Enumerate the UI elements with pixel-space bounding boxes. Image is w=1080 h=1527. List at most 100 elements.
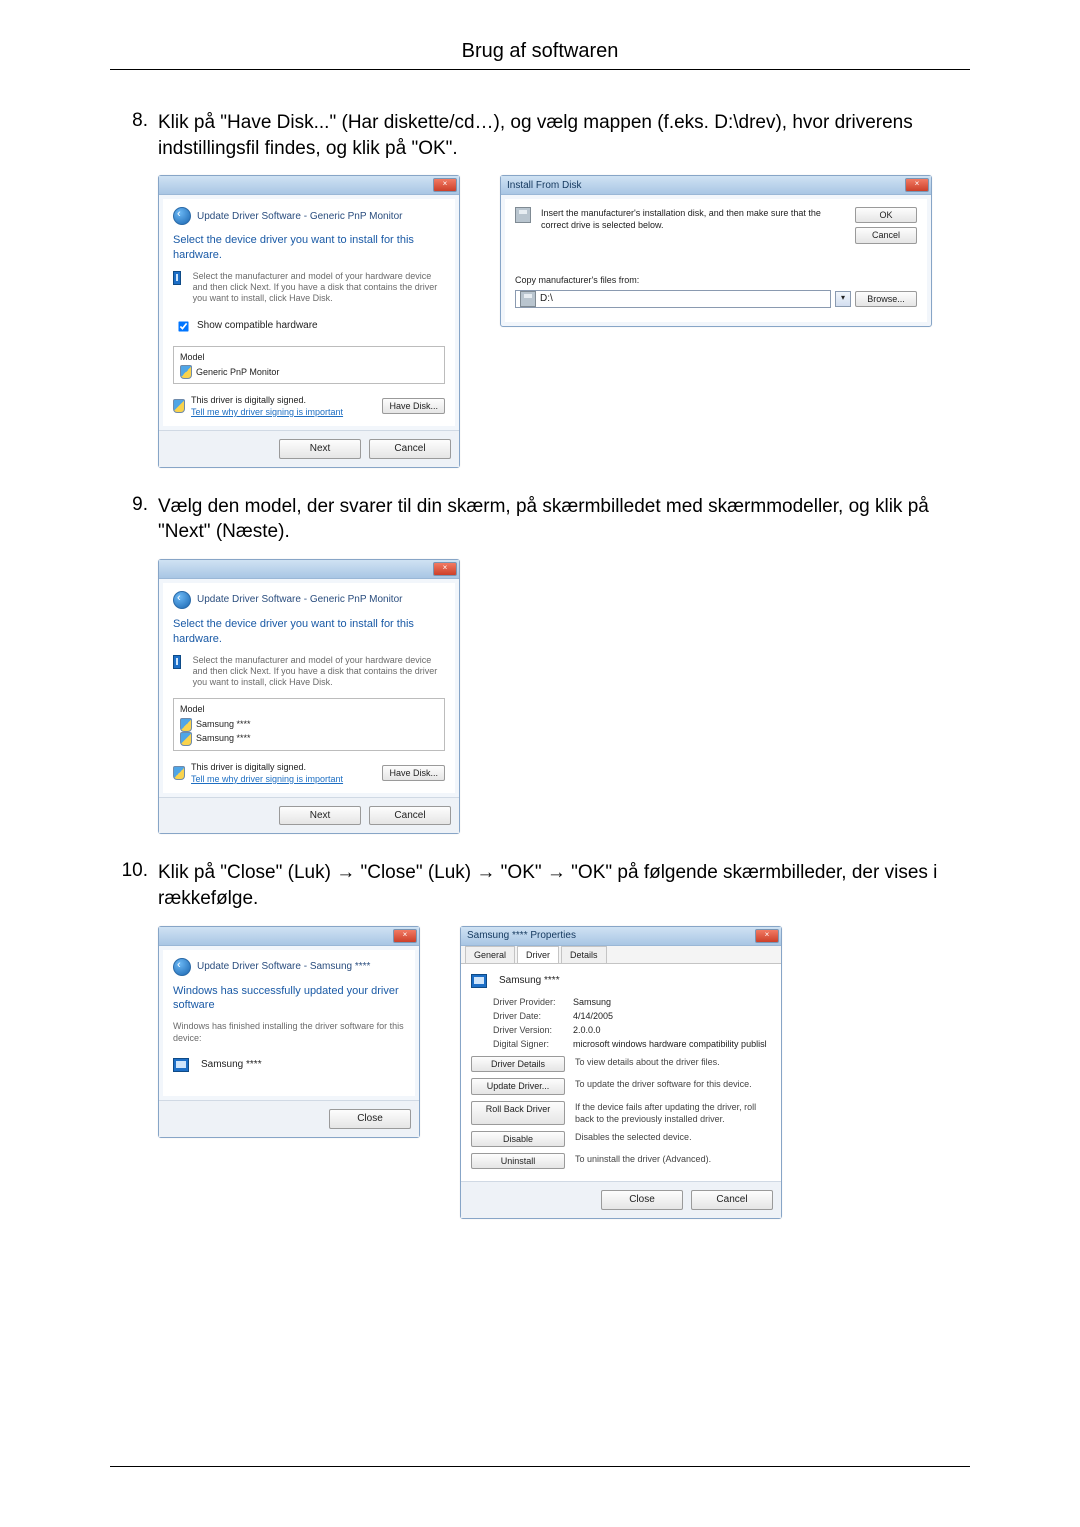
uninstall-desc: To uninstall the driver (Advanced). (575, 1153, 771, 1169)
close-icon[interactable]: × (433, 562, 457, 576)
driver-details-desc: To view details about the driver files. (575, 1056, 771, 1072)
monitor-icon (173, 1058, 189, 1072)
uninstall-button[interactable]: Uninstall (471, 1153, 565, 1169)
header-rule (110, 69, 970, 70)
signed-label: This driver is digitally signed. (191, 394, 376, 406)
signer-key: Digital Signer: (493, 1038, 573, 1050)
update1-hint: Select the manufacturer and model of you… (193, 271, 445, 305)
close-icon[interactable]: × (433, 178, 457, 192)
update2-title: Update Driver Software - Generic PnP Mon… (197, 593, 402, 607)
floppy-icon (515, 207, 531, 223)
drive-icon (520, 291, 536, 307)
disable-desc: Disables the selected device. (575, 1131, 771, 1147)
install-from-disk-dialog: Install From Disk × Insert the manufactu… (500, 175, 932, 327)
done-title: Update Driver Software - Samsung **** (197, 960, 370, 974)
monitor-icon (471, 974, 487, 988)
update-complete-dialog: × Update Driver Software - Samsung **** … (158, 926, 420, 1138)
show-compatible-label: Show compatible hardware (197, 319, 318, 333)
close-button[interactable]: Close (601, 1190, 683, 1210)
step-9-text: Vælg den model, der svarer til din skærm… (158, 496, 929, 543)
model-listbox[interactable]: Model Generic PnP Monitor (173, 346, 445, 384)
path-value: D:\ (540, 292, 553, 306)
ok-button[interactable]: OK (855, 207, 917, 223)
date-key: Driver Date: (493, 1010, 573, 1022)
shield-icon (180, 718, 192, 732)
monitor-icon (173, 271, 181, 285)
tab-driver[interactable]: Driver (517, 946, 559, 963)
close-icon[interactable]: × (905, 178, 929, 192)
update2-heading: Select the device driver you want to ins… (173, 617, 445, 647)
have-disk-button[interactable]: Have Disk... (382, 765, 445, 781)
version-val: 2.0.0.0 (573, 1024, 601, 1036)
rollback-driver-desc: If the device fails after updating the d… (575, 1101, 771, 1125)
model-header: Model (180, 351, 438, 363)
shield-icon (173, 766, 185, 780)
update-driver-button[interactable]: Update Driver... (471, 1078, 565, 1094)
next-button[interactable]: Next (279, 806, 361, 826)
date-val: 4/14/2005 (573, 1010, 613, 1022)
path-combobox[interactable]: D:\ (515, 290, 831, 308)
close-button[interactable]: Close (329, 1109, 411, 1129)
list-item[interactable]: Samsung **** (180, 718, 438, 732)
version-key: Driver Version: (493, 1024, 573, 1036)
footer-rule (110, 1466, 970, 1467)
close-icon[interactable]: × (755, 929, 779, 943)
update-driver-desc: To update the driver software for this d… (575, 1078, 771, 1094)
cancel-button[interactable]: Cancel (855, 227, 917, 243)
back-icon[interactable] (173, 958, 191, 976)
step-10-text: Klik på "Close" (Luk) → "Close" (Luk) → … (158, 862, 937, 909)
back-icon[interactable] (173, 591, 191, 609)
model-listbox[interactable]: Model Samsung **** Samsung **** (173, 698, 445, 750)
step-9-number: 9. (110, 494, 158, 835)
show-compatible-input[interactable] (178, 321, 188, 331)
shield-icon (173, 399, 185, 413)
step-10-number: 10. (110, 860, 158, 1218)
step-8-number: 8. (110, 110, 158, 468)
list-item[interactable]: Generic PnP Monitor (180, 365, 438, 379)
props-device: Samsung **** (499, 974, 560, 988)
disable-button[interactable]: Disable (471, 1131, 565, 1147)
model-item-label: Generic PnP Monitor (196, 366, 279, 378)
rollback-driver-button[interactable]: Roll Back Driver (471, 1101, 565, 1125)
tab-details[interactable]: Details (561, 946, 607, 963)
next-button[interactable]: Next (279, 439, 361, 459)
provider-val: Samsung (573, 996, 611, 1008)
update-driver-dialog-1: × Update Driver Software - Generic PnP M… (158, 175, 460, 467)
model-header: Model (180, 703, 438, 715)
page-title: Brug af softwaren (110, 40, 970, 63)
cancel-button[interactable]: Cancel (369, 439, 451, 459)
cancel-button[interactable]: Cancel (691, 1190, 773, 1210)
ifd-title: Install From Disk (507, 179, 581, 193)
driver-details-button[interactable]: Driver Details (471, 1056, 565, 1072)
browse-button[interactable]: Browse... (855, 291, 917, 307)
cancel-button[interactable]: Cancel (369, 806, 451, 826)
ifd-message: Insert the manufacturer's installation d… (541, 207, 845, 243)
props-title: Samsung **** Properties (467, 929, 576, 943)
step-8-text: Klik på "Have Disk..." (Har diskette/cd…… (158, 112, 913, 159)
update2-hint: Select the manufacturer and model of you… (193, 655, 445, 689)
model-item-label: Samsung **** (196, 718, 251, 730)
copy-from-label: Copy manufacturer's files from: (515, 274, 917, 286)
monitor-icon (173, 655, 181, 669)
done-line: Windows has finished installing the driv… (173, 1021, 405, 1044)
provider-key: Driver Provider: (493, 996, 573, 1008)
update1-heading: Select the device driver you want to ins… (173, 233, 445, 263)
shield-icon (180, 732, 192, 746)
have-disk-button[interactable]: Have Disk... (382, 398, 445, 414)
why-signing-link[interactable]: Tell me why driver signing is important (191, 774, 343, 784)
update1-title: Update Driver Software - Generic PnP Mon… (197, 210, 402, 224)
back-icon[interactable] (173, 207, 191, 225)
signer-val: microsoft windows hardware compatibility… (573, 1038, 767, 1050)
close-icon[interactable]: × (393, 929, 417, 943)
done-heading: Windows has successfully updated your dr… (173, 984, 405, 1014)
why-signing-link[interactable]: Tell me why driver signing is important (191, 407, 343, 417)
shield-icon (180, 365, 192, 379)
model-item-label: Samsung **** (196, 732, 251, 744)
show-compatible-checkbox[interactable]: Show compatible hardware (173, 317, 445, 336)
update-driver-dialog-2: × Update Driver Software - Generic PnP M… (158, 559, 460, 834)
list-item[interactable]: Samsung **** (180, 732, 438, 746)
tab-general[interactable]: General (465, 946, 515, 963)
done-device: Samsung **** (201, 1058, 262, 1072)
properties-dialog: Samsung **** Properties × General Driver… (460, 926, 782, 1219)
chevron-down-icon[interactable]: ▾ (835, 291, 851, 307)
